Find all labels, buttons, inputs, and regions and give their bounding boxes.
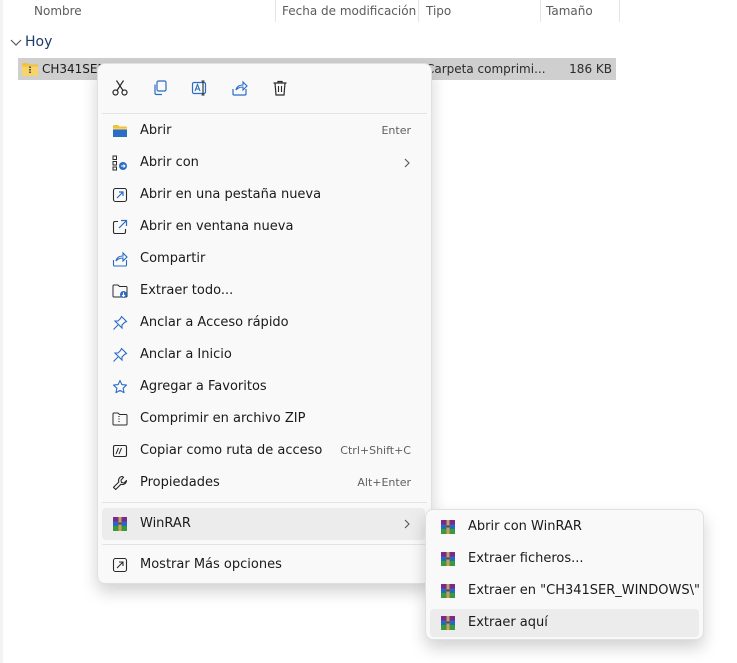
menu-item-extract-all[interactable]: Extraer todo... <box>102 275 425 307</box>
submenu-item-label: Extraer en "CH341SER_WINDOWS\" <box>468 583 700 598</box>
winrar-icon <box>440 519 456 535</box>
scissors-icon <box>112 80 128 96</box>
menu-item-open[interactable]: Abrir Enter <box>102 115 425 147</box>
share-icon <box>112 251 128 267</box>
file-size: 186 KB <box>569 62 612 76</box>
star-icon <box>112 379 128 395</box>
column-header-type[interactable]: Tipo <box>426 0 451 22</box>
menu-separator <box>102 544 427 545</box>
new-window-icon <box>112 219 128 235</box>
menu-item-label: Copiar como ruta de acceso <box>140 443 323 458</box>
menu-item-label: Extraer todo... <box>140 283 234 298</box>
menu-item-label: Compartir <box>140 251 206 266</box>
menu-item-compress-zip[interactable]: Comprimir en archivo ZIP <box>102 403 425 435</box>
submenu-item-extract-to-folder[interactable]: Extraer en "CH341SER_WINDOWS\" <box>430 577 700 605</box>
new-tab-icon <box>112 187 128 203</box>
column-header-size[interactable]: Tamaño <box>546 0 593 22</box>
more-options-icon <box>112 557 128 573</box>
menu-item-properties[interactable]: Propiedades Alt+Enter <box>102 467 425 499</box>
column-divider[interactable] <box>619 0 620 22</box>
menu-item-label: WinRAR <box>140 516 191 531</box>
column-header-name[interactable]: Nombre <box>34 0 82 22</box>
group-label: Hoy <box>25 34 53 50</box>
menu-item-label: Anclar a Inicio <box>140 347 232 362</box>
winrar-submenu: Abrir con WinRAR Extraer ficheros... Ext… <box>425 509 704 640</box>
pin-icon <box>112 347 128 363</box>
copy-button[interactable] <box>148 76 172 100</box>
column-divider[interactable] <box>275 0 276 22</box>
menu-item-open-new-tab[interactable]: Abrir en una pestaña nueva <box>102 179 425 211</box>
extract-folder-icon <box>112 283 128 299</box>
share-icon <box>232 80 248 96</box>
menu-item-shortcut: Ctrl+Shift+C <box>340 444 411 457</box>
rename-icon <box>191 80 207 96</box>
zip-folder-icon <box>22 63 38 76</box>
menu-item-open-with[interactable]: Abrir con <box>102 147 425 179</box>
menu-item-label: Abrir en una pestaña nueva <box>140 187 322 202</box>
submenu-item-label: Extraer ficheros... <box>468 551 584 566</box>
menu-item-more-options[interactable]: Mostrar Más opciones <box>102 549 425 581</box>
winrar-icon <box>440 551 456 567</box>
file-type: Carpeta comprimi... <box>426 62 546 76</box>
menu-item-label: Agregar a Favoritos <box>140 379 267 394</box>
share-button[interactable] <box>228 76 252 100</box>
menu-item-pin-quick-access[interactable]: Anclar a Acceso rápido <box>102 307 425 339</box>
delete-button[interactable] <box>268 76 292 100</box>
menu-item-copy-path[interactable]: Copiar como ruta de acceso Ctrl+Shift+C <box>102 435 425 467</box>
open-with-icon <box>112 155 128 171</box>
menu-item-label: Anclar a Acceso rápido <box>140 315 289 330</box>
winrar-icon <box>112 516 128 532</box>
submenu-item-label: Abrir con WinRAR <box>468 519 582 534</box>
column-divider[interactable] <box>540 0 541 22</box>
winrar-icon <box>440 583 456 599</box>
copy-icon <box>154 80 167 96</box>
menu-item-shortcut: Alt+Enter <box>357 476 411 489</box>
chevron-right-icon <box>404 519 410 529</box>
group-header-today[interactable]: Hoy <box>8 31 52 53</box>
left-edge <box>0 0 3 663</box>
folder-icon <box>112 123 128 139</box>
menu-item-open-new-window[interactable]: Abrir en ventana nueva <box>102 211 425 243</box>
context-menu: Abrir Enter Abrir con Abrir en una pesta… <box>97 63 432 584</box>
menu-item-label: Mostrar Más opciones <box>140 557 282 572</box>
submenu-item-extract-files[interactable]: Extraer ficheros... <box>430 545 699 573</box>
submenu-item-extract-here[interactable]: Extraer aquí <box>430 609 699 637</box>
context-toolbar <box>98 64 431 112</box>
menu-item-pin-start[interactable]: Anclar a Inicio <box>102 339 425 371</box>
menu-item-shortcut: Enter <box>381 124 411 137</box>
menu-item-add-favorites[interactable]: Agregar a Favoritos <box>102 371 425 403</box>
pin-icon <box>112 315 128 331</box>
column-header-modified[interactable]: Fecha de modificación <box>282 0 416 22</box>
column-divider[interactable] <box>418 0 419 22</box>
menu-separator <box>102 502 427 503</box>
chevron-down-icon <box>10 39 22 46</box>
submenu-item-open-winrar[interactable]: Abrir con WinRAR <box>430 513 699 541</box>
menu-item-label: Abrir con <box>140 155 199 170</box>
copy-path-icon <box>112 443 128 459</box>
menu-separator <box>102 113 427 114</box>
zip-icon <box>112 411 128 427</box>
menu-item-share[interactable]: Compartir <box>102 243 425 275</box>
cut-button[interactable] <box>108 76 132 100</box>
chevron-right-icon <box>404 158 410 168</box>
trash-icon <box>273 80 287 96</box>
wrench-icon <box>112 475 128 491</box>
rename-button[interactable] <box>188 76 212 100</box>
menu-item-winrar[interactable]: WinRAR <box>102 508 425 540</box>
menu-item-label: Abrir en ventana nueva <box>140 219 294 234</box>
submenu-item-label: Extraer aquí <box>468 615 548 630</box>
menu-item-label: Propiedades <box>140 475 220 490</box>
menu-item-label: Comprimir en archivo ZIP <box>140 411 306 426</box>
winrar-icon <box>440 615 456 631</box>
menu-item-label: Abrir <box>140 123 172 138</box>
